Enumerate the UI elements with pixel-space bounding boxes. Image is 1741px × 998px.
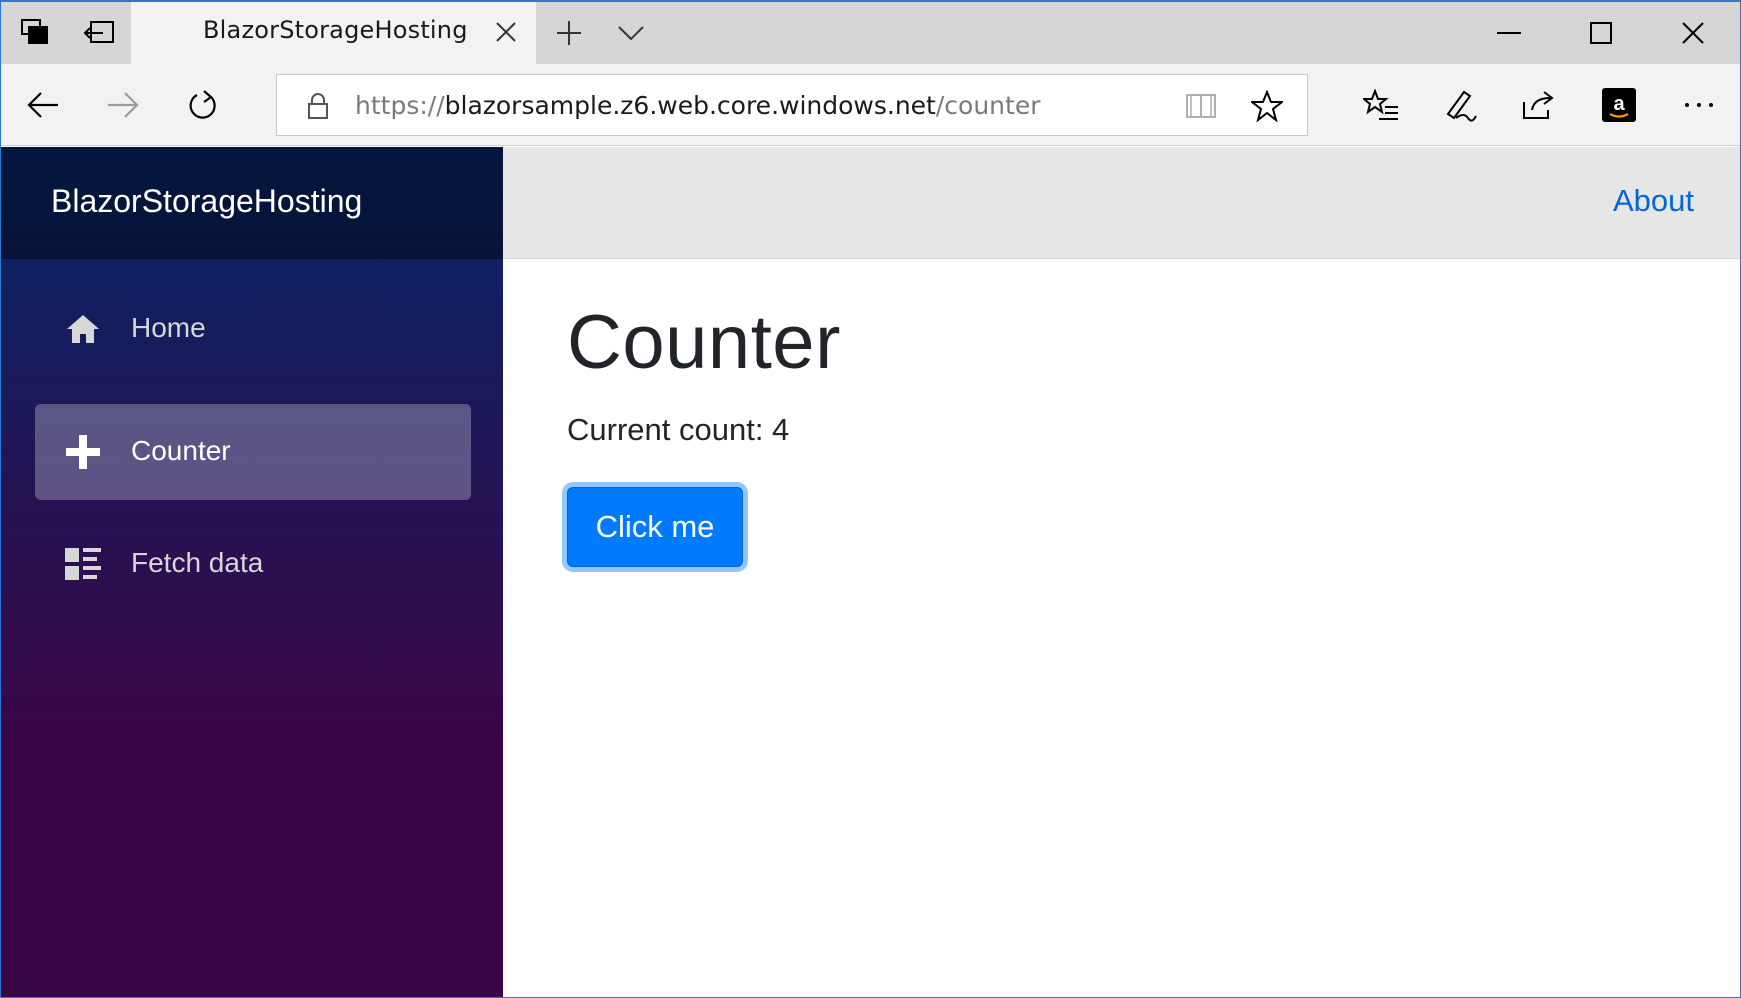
tab-strip: BlazorStorageHosting [1, 2, 1740, 64]
favorite-star-icon[interactable] [1247, 87, 1287, 125]
amazon-extension-icon[interactable]: a [1589, 75, 1649, 135]
count-value: 4 [772, 412, 790, 447]
url-host: blazorsample.z6.web.core.windows.net [444, 91, 936, 120]
maximize-icon[interactable] [1555, 2, 1647, 64]
share-icon[interactable] [1509, 75, 1569, 135]
plus-icon [63, 432, 103, 472]
back-arrow-icon[interactable] [13, 75, 73, 135]
tab-groups-icon[interactable] [3, 2, 67, 64]
lock-icon [303, 89, 333, 123]
sidebar-item-label: Fetch data [131, 547, 264, 578]
url-path: /counter [935, 91, 1041, 120]
reading-view-icon[interactable] [1183, 89, 1219, 123]
web-note-pen-icon[interactable] [1431, 75, 1491, 135]
sidebar-item-label: Counter [131, 435, 231, 466]
svg-text:a: a [1613, 93, 1625, 115]
about-link[interactable]: About [1613, 183, 1694, 219]
window-close-icon[interactable] [1647, 2, 1739, 64]
refresh-icon[interactable] [173, 75, 233, 135]
count-label: Current count: [567, 412, 773, 447]
set-tabs-aside-icon[interactable] [67, 2, 131, 64]
brand-bar: BlazorStorageHosting [1, 147, 503, 259]
tab-title: BlazorStorageHosting [203, 16, 468, 44]
url-scheme: https:// [355, 91, 445, 120]
sidebar-item-label: Home [131, 312, 206, 343]
close-tab-icon[interactable] [486, 12, 526, 52]
top-row: About [503, 147, 1740, 259]
current-count: Current count: 4 [567, 412, 789, 448]
favorites-list-icon[interactable] [1351, 75, 1411, 135]
web-page: BlazorStorageHosting Home Counter Fetch … [1, 147, 1740, 997]
sidebar: BlazorStorageHosting Home Counter Fetch … [1, 147, 503, 997]
sidebar-item-home[interactable]: Home [35, 281, 471, 377]
browser-toolbar: https://blazorsample.z6.web.core.windows… [1, 64, 1740, 146]
list-icon [63, 544, 103, 584]
more-options-icon[interactable] [1669, 75, 1729, 135]
minimize-icon[interactable] [1463, 2, 1555, 64]
browser-window: BlazorStorageHosting https://blazorsampl… [0, 0, 1741, 998]
new-tab-icon[interactable] [537, 2, 601, 64]
sidebar-item-counter[interactable]: Counter [35, 404, 471, 500]
click-me-button[interactable]: Click me [567, 487, 743, 567]
active-tab[interactable]: BlazorStorageHosting [131, 2, 536, 64]
tab-preview-chevron-down-icon[interactable] [599, 2, 663, 64]
home-icon [63, 309, 103, 349]
app-brand[interactable]: BlazorStorageHosting [51, 183, 362, 220]
page-title: Counter [567, 300, 841, 385]
forward-arrow-icon[interactable] [93, 75, 153, 135]
address-bar[interactable]: https://blazorsample.z6.web.core.windows… [276, 74, 1308, 136]
sidebar-item-fetch-data[interactable]: Fetch data [35, 516, 471, 612]
url-text: https://blazorsample.z6.web.core.windows… [355, 91, 1041, 120]
